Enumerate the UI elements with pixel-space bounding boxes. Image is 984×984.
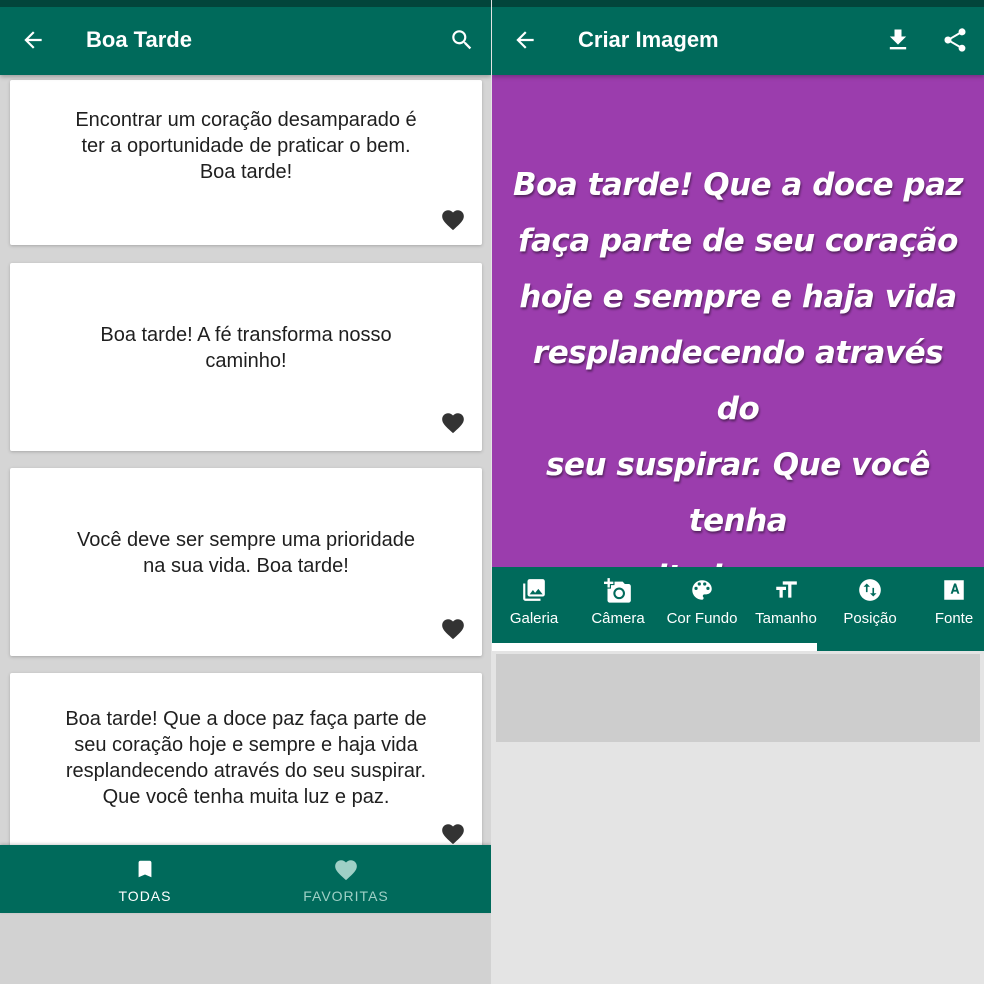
tool-tamanho[interactable]: Tamanho [744, 567, 828, 643]
quote-text: Boa tarde! Que a doce paz faça parte de … [30, 706, 462, 810]
text-size-icon [744, 577, 828, 603]
quote-line: na sua vida. Boa tarde! [143, 555, 349, 577]
system-area [0, 913, 491, 984]
create-image-screen: Criar Imagem Boa tarde! Que a doce paz f… [492, 0, 984, 984]
gallery-icon [492, 577, 576, 603]
tool-cor-fundo[interactable]: Cor Fundo [660, 567, 744, 643]
tool-label: Câmera [591, 610, 645, 627]
app-bar: Boa Tarde [0, 0, 491, 75]
nav-item-favoritas[interactable]: FAVORITAS [246, 845, 446, 913]
quote-text: Encontrar um coração desamparado é ter a… [40, 107, 452, 185]
back-arrow-icon[interactable] [20, 27, 46, 53]
quote-card[interactable]: Boa tarde! A fé transforma nosso caminho… [10, 263, 482, 451]
heart-icon[interactable] [440, 410, 466, 441]
tool-label: Fonte [934, 610, 974, 627]
tool-fonte[interactable]: Fonte [912, 567, 984, 643]
app-bar: Criar Imagem [492, 0, 984, 75]
camera-add-icon [576, 577, 660, 605]
tool-label: Cor Fundo [666, 610, 738, 627]
quote-text: Você deve ser sempre uma prioridade na s… [40, 527, 452, 579]
editor-placeholder [496, 654, 980, 742]
quote-text: Boa tarde! A fé transforma nosso caminho… [40, 322, 452, 374]
toolbar-scroll-indicator [492, 643, 984, 651]
quote-card[interactable]: Você deve ser sempre uma prioridade na s… [10, 468, 482, 656]
nav-item-todas[interactable]: TODAS [45, 845, 245, 913]
quote-line: Boa tarde! A fé transforma nosso [100, 324, 392, 346]
quote-card[interactable]: Boa tarde! Que a doce paz faça parte de … [10, 673, 482, 863]
share-icon[interactable] [941, 26, 969, 54]
editor-area [492, 651, 984, 984]
quote-line: resplandecendo através do seu suspirar. [65, 760, 427, 782]
page-title: Boa Tarde [86, 27, 192, 52]
nav-label: TODAS [118, 888, 172, 904]
preview-line: faça parte de seu coração [518, 223, 958, 259]
download-icon[interactable] [884, 26, 912, 54]
preview-line: Boa tarde! Que a doce paz [512, 167, 964, 203]
quote-line: ter a oportunidade de praticar o bem. [81, 135, 411, 157]
tool-posicao[interactable]: Posição [828, 567, 912, 643]
edit-toolbar: Galeria Câmera Cor Fundo Tamanho Posição [492, 567, 984, 651]
quotes-list-screen: Boa Tarde Encontrar um coração desampara… [0, 0, 491, 984]
preview-line: resplandecendo através do [532, 335, 944, 427]
page-title: Criar Imagem [578, 27, 719, 52]
quote-line: Você deve ser sempre uma prioridade [77, 529, 415, 551]
preview-line: seu suspirar. Que você tenha [546, 447, 930, 539]
quote-line: caminho! [205, 350, 287, 372]
preview-line: hoje e sempre e haja vida [519, 279, 957, 315]
scroll-indicator-fill [492, 643, 817, 651]
back-arrow-icon[interactable] [512, 27, 538, 53]
bottom-navigation: TODAS FAVORITAS [0, 845, 491, 913]
image-preview[interactable]: Boa tarde! Que a doce paz faça parte de … [492, 75, 984, 595]
quote-line: seu coração hoje e sempre e haja vida [74, 734, 418, 756]
heart-icon [246, 857, 446, 883]
tool-label: Posição [843, 610, 897, 627]
font-icon [912, 577, 984, 603]
bookmark-icon [45, 857, 245, 881]
preview-text: Boa tarde! Que a doce paz faça parte de … [512, 157, 964, 605]
swap-vertical-icon [828, 577, 912, 603]
nav-label: FAVORITAS [303, 888, 389, 904]
heart-icon[interactable] [440, 616, 466, 647]
tool-camera[interactable]: Câmera [576, 567, 660, 643]
quote-card[interactable]: Encontrar um coração desamparado é ter a… [10, 80, 482, 245]
palette-icon [660, 577, 744, 603]
tool-label: Tamanho [755, 610, 817, 627]
tool-label: Galeria [509, 610, 559, 627]
tool-galeria[interactable]: Galeria [492, 567, 576, 643]
quote-line: Que você tenha muita luz e paz. [102, 786, 390, 808]
heart-icon[interactable] [440, 207, 466, 238]
quote-line: Boa tarde! [199, 161, 293, 183]
quote-line: Encontrar um coração desamparado é [75, 109, 417, 131]
quote-line: Boa tarde! Que a doce paz faça parte de [65, 708, 427, 730]
search-icon[interactable] [449, 27, 475, 53]
